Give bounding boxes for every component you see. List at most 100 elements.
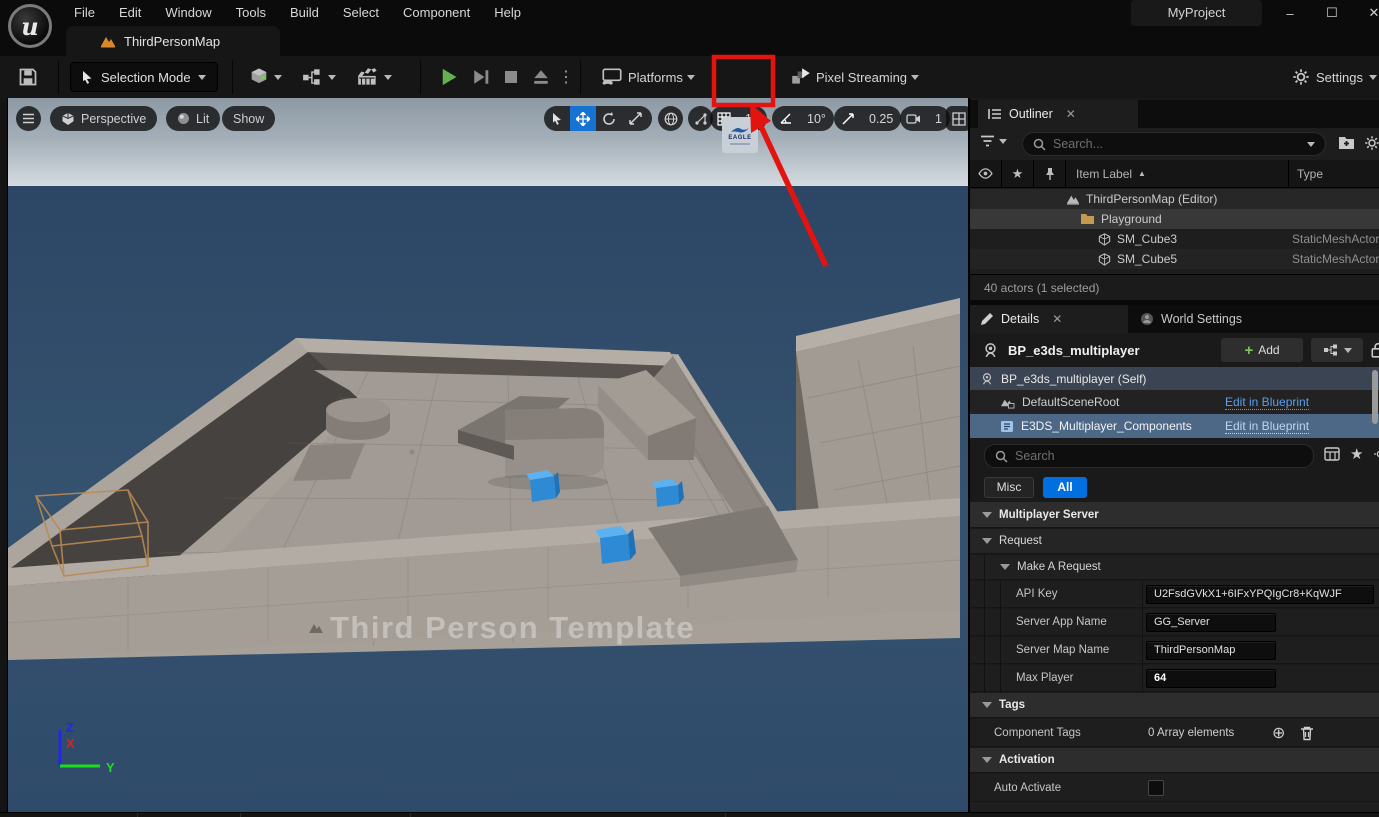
- add-actor-dropdown[interactable]: [248, 64, 282, 90]
- menu-build[interactable]: Build: [278, 0, 331, 26]
- menu-edit[interactable]: Edit: [107, 0, 153, 26]
- play-button[interactable]: [436, 64, 462, 90]
- item-label-column-header[interactable]: Item Label ▲: [1066, 160, 1289, 188]
- component-row-scene-root[interactable]: DefaultSceneRoot Edit in Blueprint: [970, 390, 1379, 414]
- cinematics-dropdown[interactable]: [356, 64, 392, 90]
- stop-button[interactable]: [498, 64, 524, 90]
- favorites-star-icon[interactable]: ★: [1350, 445, 1363, 463]
- rotation-snap-control[interactable]: 10°: [772, 106, 834, 131]
- menu-select[interactable]: Select: [331, 0, 391, 26]
- outliner-settings-button[interactable]: [1364, 135, 1379, 151]
- details-tab-bar: Details ✕ World Settings: [970, 305, 1379, 333]
- details-search-input[interactable]: Search: [984, 444, 1314, 468]
- outliner-row-folder[interactable]: Playground: [970, 209, 1379, 229]
- frame-skip-button[interactable]: [468, 64, 494, 90]
- chevron-down-icon: [687, 75, 695, 80]
- filter-all-button[interactable]: All: [1043, 477, 1087, 498]
- details-pencil-icon: [980, 312, 994, 326]
- outliner-row-sm-cube5[interactable]: SM_Cube5 StaticMeshActor: [970, 249, 1379, 269]
- axis-z-label: Z: [66, 720, 74, 735]
- menu-window[interactable]: Window: [153, 0, 223, 26]
- outliner-search-placeholder: Search...: [1053, 137, 1103, 151]
- eagle-bird-icon: [729, 126, 751, 135]
- play-options-dots[interactable]: ⋮: [558, 64, 574, 90]
- type-column-header[interactable]: Type: [1289, 165, 1379, 183]
- close-icon[interactable]: ✕: [1066, 107, 1076, 121]
- world-settings-icon: [1140, 312, 1154, 326]
- menu-file[interactable]: File: [62, 0, 107, 26]
- menu-help[interactable]: Help: [482, 0, 533, 26]
- create-folder-button[interactable]: [1338, 135, 1355, 150]
- collapse-triangle-icon: [1000, 564, 1010, 570]
- world-local-space-button[interactable]: [658, 106, 683, 131]
- outliner-row-sm-cube3[interactable]: SM_Cube3 StaticMeshActor: [970, 229, 1379, 249]
- tab-thirdpersonmap[interactable]: ThirdPersonMap: [66, 26, 280, 56]
- section-make-a-request[interactable]: Make A Request: [970, 555, 1379, 580]
- component-list-scrollbar[interactable]: [1372, 370, 1378, 424]
- close-icon[interactable]: ✕: [1052, 312, 1062, 326]
- component-row-self[interactable]: BP_e3ds_multiplayer (Self): [970, 367, 1379, 390]
- unreal-logo-icon[interactable]: u: [8, 4, 52, 48]
- camera-speed-control[interactable]: 1: [900, 106, 950, 131]
- component-row-e3ds[interactable]: E3DS_Multiplayer_Components Edit in Blue…: [970, 414, 1379, 438]
- viewport-options-button[interactable]: [16, 106, 41, 131]
- edit-in-blueprint-link[interactable]: Edit in Blueprint: [1225, 419, 1309, 434]
- section-request[interactable]: Request: [970, 529, 1379, 554]
- menu-component[interactable]: Component: [391, 0, 482, 26]
- viewport-lit-dropdown[interactable]: Lit: [166, 106, 220, 131]
- pixel-streaming-dropdown[interactable]: Pixel Streaming: [790, 64, 919, 90]
- close-button[interactable]: ✕: [1360, 0, 1379, 26]
- gear-icon: [1292, 68, 1310, 86]
- platforms-dropdown[interactable]: Platforms: [600, 64, 695, 90]
- settings-dropdown[interactable]: Settings: [1292, 64, 1377, 90]
- section-tags[interactable]: Tags: [970, 693, 1379, 718]
- level-viewport[interactable]: Perspective Lit Show: [8, 98, 968, 812]
- tab-outliner[interactable]: Outliner ✕: [978, 100, 1138, 128]
- blueprint-edit-dropdown[interactable]: [1311, 338, 1363, 362]
- add-array-element-icon[interactable]: ⊕: [1272, 723, 1285, 743]
- display-options-icon[interactable]: [1324, 447, 1340, 461]
- maximize-button[interactable]: ☐: [1318, 0, 1346, 26]
- pin-column-header[interactable]: [1034, 160, 1066, 188]
- add-component-button[interactable]: + Add: [1221, 338, 1303, 362]
- server-app-name-input[interactable]: GG_Server: [1146, 613, 1276, 632]
- scale-snap-control[interactable]: 0.25: [834, 106, 901, 131]
- watermark-text: Third Person Template: [330, 610, 695, 646]
- selection-mode-dropdown[interactable]: Selection Mode: [70, 62, 218, 92]
- visibility-column-header[interactable]: [970, 160, 1002, 188]
- server-map-name-input[interactable]: ThirdPersonMap: [1146, 641, 1276, 660]
- viewport-perspective-dropdown[interactable]: Perspective: [50, 106, 157, 131]
- outliner-search-input[interactable]: Search...: [1022, 132, 1326, 156]
- blueprints-dropdown[interactable]: [302, 64, 336, 90]
- rotate-tool-button[interactable]: [596, 106, 622, 131]
- lock-icon[interactable]: [1371, 342, 1379, 358]
- edit-in-blueprint-link[interactable]: Edit in Blueprint: [1225, 395, 1309, 410]
- quad-view-button[interactable]: [946, 106, 968, 131]
- auto-activate-checkbox[interactable]: [1148, 780, 1164, 796]
- outliner-row-level[interactable]: ThirdPersonMap (Editor): [970, 189, 1379, 209]
- settings-gear-icon[interactable]: [1373, 447, 1379, 461]
- section-multiplayer-server[interactable]: Multiplayer Server: [970, 502, 1379, 528]
- max-player-input[interactable]: 64: [1146, 669, 1276, 688]
- tab-details[interactable]: Details ✕: [970, 305, 1128, 333]
- select-tool-button[interactable]: [544, 106, 570, 131]
- rotation-snap-value: 10°: [799, 106, 834, 131]
- transform-tool-group: [544, 106, 652, 131]
- chevron-down-icon: [1307, 142, 1315, 147]
- star-column-header[interactable]: ★: [1002, 160, 1034, 188]
- tab-world-settings[interactable]: World Settings: [1130, 305, 1300, 333]
- section-activation[interactable]: Activation: [970, 748, 1379, 773]
- outliner-filter-button[interactable]: [980, 135, 1007, 147]
- trash-icon[interactable]: [1300, 726, 1314, 741]
- viewport-show-dropdown[interactable]: Show: [222, 106, 275, 131]
- api-key-input[interactable]: U2FsdGVkX1+6IFxYPQIgCr8+KqWJF: [1146, 585, 1374, 604]
- minimize-button[interactable]: –: [1276, 0, 1304, 26]
- filter-misc-button[interactable]: Misc: [984, 477, 1034, 498]
- eject-button[interactable]: [528, 64, 554, 90]
- save-button[interactable]: [18, 64, 38, 90]
- add-folder-icon: [1338, 135, 1355, 150]
- eagle-plugin-button[interactable]: EAGLE: [722, 117, 758, 153]
- move-tool-button[interactable]: [570, 106, 596, 131]
- scale-tool-button[interactable]: [622, 106, 648, 131]
- menu-tools[interactable]: Tools: [224, 0, 278, 26]
